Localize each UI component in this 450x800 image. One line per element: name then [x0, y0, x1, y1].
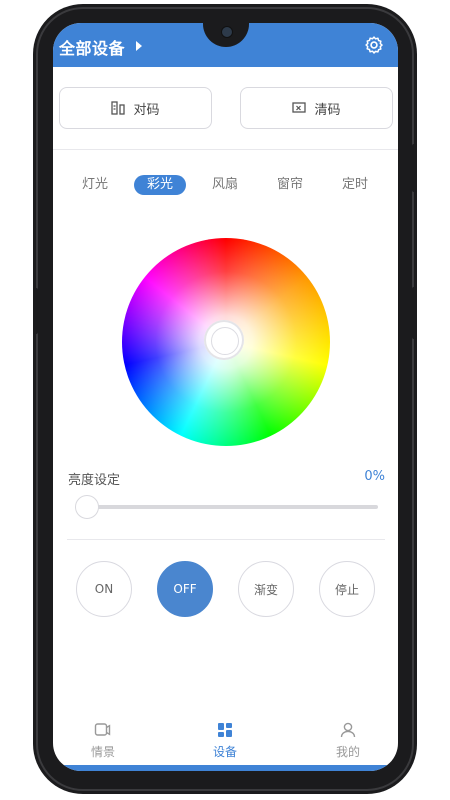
- on-button[interactable]: ON: [76, 561, 132, 617]
- stop-button-label: 停止: [334, 582, 359, 597]
- scene-icon: [94, 723, 111, 736]
- side-button-left: [33, 288, 38, 334]
- section-divider-top: [53, 149, 398, 150]
- profile-icon: [340, 722, 356, 738]
- nav-scene[interactable]: 情景: [68, 721, 138, 765]
- chevron-right-icon[interactable]: [136, 41, 142, 51]
- clear-code-icon: [292, 102, 307, 113]
- gradient-button-label: 渐变: [253, 582, 278, 597]
- tab-light[interactable]: 灯光: [69, 175, 121, 195]
- side-button-lower: [412, 287, 417, 339]
- tab-color-light[interactable]: 彩光: [134, 175, 186, 195]
- pair-code-button[interactable]: 对码: [59, 87, 212, 129]
- brightness-value: 0%: [364, 469, 385, 484]
- pair-code-label: 对码: [133, 102, 160, 118]
- nav-profile[interactable]: 我的: [313, 721, 383, 765]
- camera-icon: [221, 26, 233, 38]
- gradient-button[interactable]: 渐变: [238, 561, 294, 617]
- gear-icon[interactable]: [364, 35, 384, 55]
- color-picker-handle[interactable]: [204, 320, 244, 360]
- app-screen: 全部设备 对码 清码 灯光 彩光 风扇 窗帘 定时 亮度设定 0% ON OFF…: [53, 23, 398, 771]
- side-button-upper: [412, 144, 417, 192]
- tab-timer-label: 定时: [341, 177, 368, 192]
- tab-fan-label: 风扇: [211, 177, 238, 192]
- device-group-title[interactable]: 全部设备: [59, 35, 125, 59]
- brightness-label: 亮度设定: [68, 473, 121, 488]
- clear-code-label: 清码: [314, 102, 341, 118]
- stop-button[interactable]: 停止: [319, 561, 375, 617]
- devices-icon: [218, 723, 232, 737]
- tab-color-light-label: 彩光: [146, 177, 173, 192]
- brightness-slider-thumb[interactable]: [75, 495, 99, 519]
- nav-devices[interactable]: 设备: [190, 721, 260, 765]
- tab-fan[interactable]: 风扇: [199, 175, 251, 195]
- off-button-label: OFF: [173, 582, 197, 596]
- brightness-slider-track[interactable]: [88, 505, 378, 509]
- pair-code-icon: [111, 101, 126, 115]
- home-indicator-bar: [53, 765, 398, 771]
- off-button[interactable]: OFF: [157, 561, 213, 617]
- tab-timer[interactable]: 定时: [329, 175, 381, 195]
- nav-profile-label: 我的: [335, 745, 360, 759]
- nav-scene-label: 情景: [90, 745, 115, 759]
- section-divider-middle: [67, 539, 385, 540]
- clear-code-button[interactable]: 清码: [240, 87, 393, 129]
- nav-devices-label: 设备: [212, 745, 237, 759]
- tab-curtain-label: 窗帘: [276, 177, 303, 192]
- on-button-label: ON: [94, 582, 114, 596]
- tab-curtain[interactable]: 窗帘: [264, 175, 316, 195]
- tab-light-label: 灯光: [81, 177, 108, 192]
- color-wheel[interactable]: [122, 238, 330, 446]
